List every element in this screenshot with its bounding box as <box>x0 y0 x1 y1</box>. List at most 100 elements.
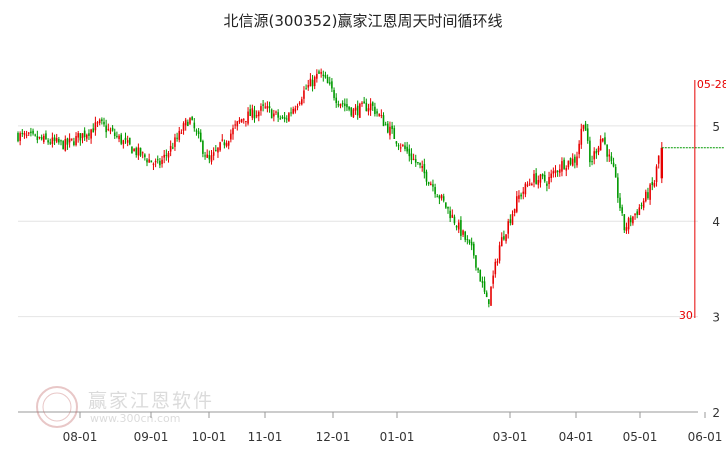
candle-body <box>395 141 398 144</box>
candle-body <box>556 170 559 173</box>
candle-body <box>389 126 391 136</box>
candle-body <box>442 196 445 201</box>
candle-body <box>247 111 249 124</box>
candle-body <box>539 174 542 183</box>
candle-body <box>563 159 565 169</box>
candle-body <box>167 152 170 158</box>
candle-body <box>632 216 634 224</box>
candle-body <box>586 128 589 141</box>
candle-body <box>133 149 135 151</box>
candle-body <box>322 74 325 76</box>
candle-body <box>477 268 479 271</box>
candle-body <box>513 209 516 214</box>
candle-body <box>111 127 114 131</box>
candle-body <box>412 158 415 160</box>
candle-body <box>445 202 447 208</box>
candle-body <box>619 197 621 209</box>
candle-body <box>266 106 269 109</box>
candle-body <box>391 125 393 130</box>
candle-body <box>657 155 660 164</box>
candle-body <box>311 79 314 87</box>
candle-body <box>122 140 125 145</box>
candle-body <box>567 160 570 168</box>
candle-body <box>197 131 200 134</box>
cycle-marker-date: 05-28 <box>697 78 726 91</box>
y-tick-label: 2 <box>712 406 720 420</box>
candle-body <box>533 173 535 183</box>
candle-body <box>285 118 288 120</box>
candle-body <box>101 119 103 121</box>
candle-body <box>169 145 172 152</box>
grid-lines <box>18 125 698 413</box>
watermark-url: www.300cn.com <box>90 412 181 425</box>
candle-body <box>591 161 593 163</box>
watermark: 赢家江恩软件 www.300cn.com <box>30 380 250 436</box>
candle-body <box>488 299 490 304</box>
candle-body <box>457 222 460 230</box>
candle-body <box>520 194 522 197</box>
candle-body <box>571 158 574 166</box>
candle-body <box>21 132 24 134</box>
candle-body <box>156 159 159 161</box>
candle-body <box>105 125 107 133</box>
candle-body <box>522 191 525 194</box>
candle-body <box>462 230 464 235</box>
candle-body <box>599 139 602 151</box>
candle-body <box>453 216 456 224</box>
candle-body <box>32 130 34 134</box>
candle-body <box>68 138 71 143</box>
chart-root: 北信源(300352)赢家江恩周天时间循环线 05-28 30 5 4 3 2 08-01… <box>0 0 726 450</box>
candle-body <box>195 130 198 132</box>
candle-body <box>161 159 163 165</box>
candle-body <box>38 137 41 139</box>
candle-body <box>318 71 320 74</box>
candle-body <box>253 110 256 119</box>
candle-body <box>126 140 129 143</box>
candle-body <box>210 155 213 162</box>
candle-body <box>602 138 604 142</box>
candle-body <box>335 97 337 104</box>
candle-body <box>113 132 116 136</box>
candle-body <box>346 104 348 108</box>
candle-body <box>554 170 557 174</box>
candle-body <box>528 183 531 185</box>
candle-body <box>645 191 647 202</box>
candle-body <box>275 111 277 113</box>
candle-body <box>270 109 273 119</box>
candle-body <box>455 225 458 228</box>
candle-body <box>625 227 628 231</box>
candle-body <box>460 220 462 236</box>
candle-body <box>135 148 138 156</box>
x-tick-label: 05-01 <box>623 430 658 444</box>
candle-body <box>470 241 473 246</box>
candle-body <box>464 231 466 240</box>
candle-body <box>27 132 30 134</box>
candle-body <box>640 205 643 207</box>
candle-body <box>638 207 641 216</box>
candle-body <box>176 137 178 139</box>
candle-body <box>116 135 118 137</box>
candle-body <box>382 115 385 127</box>
candle-body <box>363 101 365 104</box>
candle-body <box>294 108 297 112</box>
candle-body <box>49 142 52 144</box>
candle-body <box>451 214 454 218</box>
x-tick-label: 01-01 <box>380 430 415 444</box>
candle-body <box>647 192 649 199</box>
candle-body <box>636 211 638 215</box>
candle-body <box>569 158 572 165</box>
candle-body <box>139 147 142 156</box>
candle-body <box>313 76 316 87</box>
candle-body <box>212 152 215 156</box>
candle-body <box>653 182 656 187</box>
candle-body <box>559 169 561 173</box>
candle-body <box>273 113 275 117</box>
candle-body <box>505 234 507 242</box>
candle-body <box>199 132 202 142</box>
candle-body <box>150 160 153 163</box>
candle-body <box>427 182 430 185</box>
candle-body <box>649 184 651 200</box>
x-tick-label: 03-01 <box>493 430 528 444</box>
candle-body <box>189 118 191 124</box>
candle-body <box>417 162 419 164</box>
